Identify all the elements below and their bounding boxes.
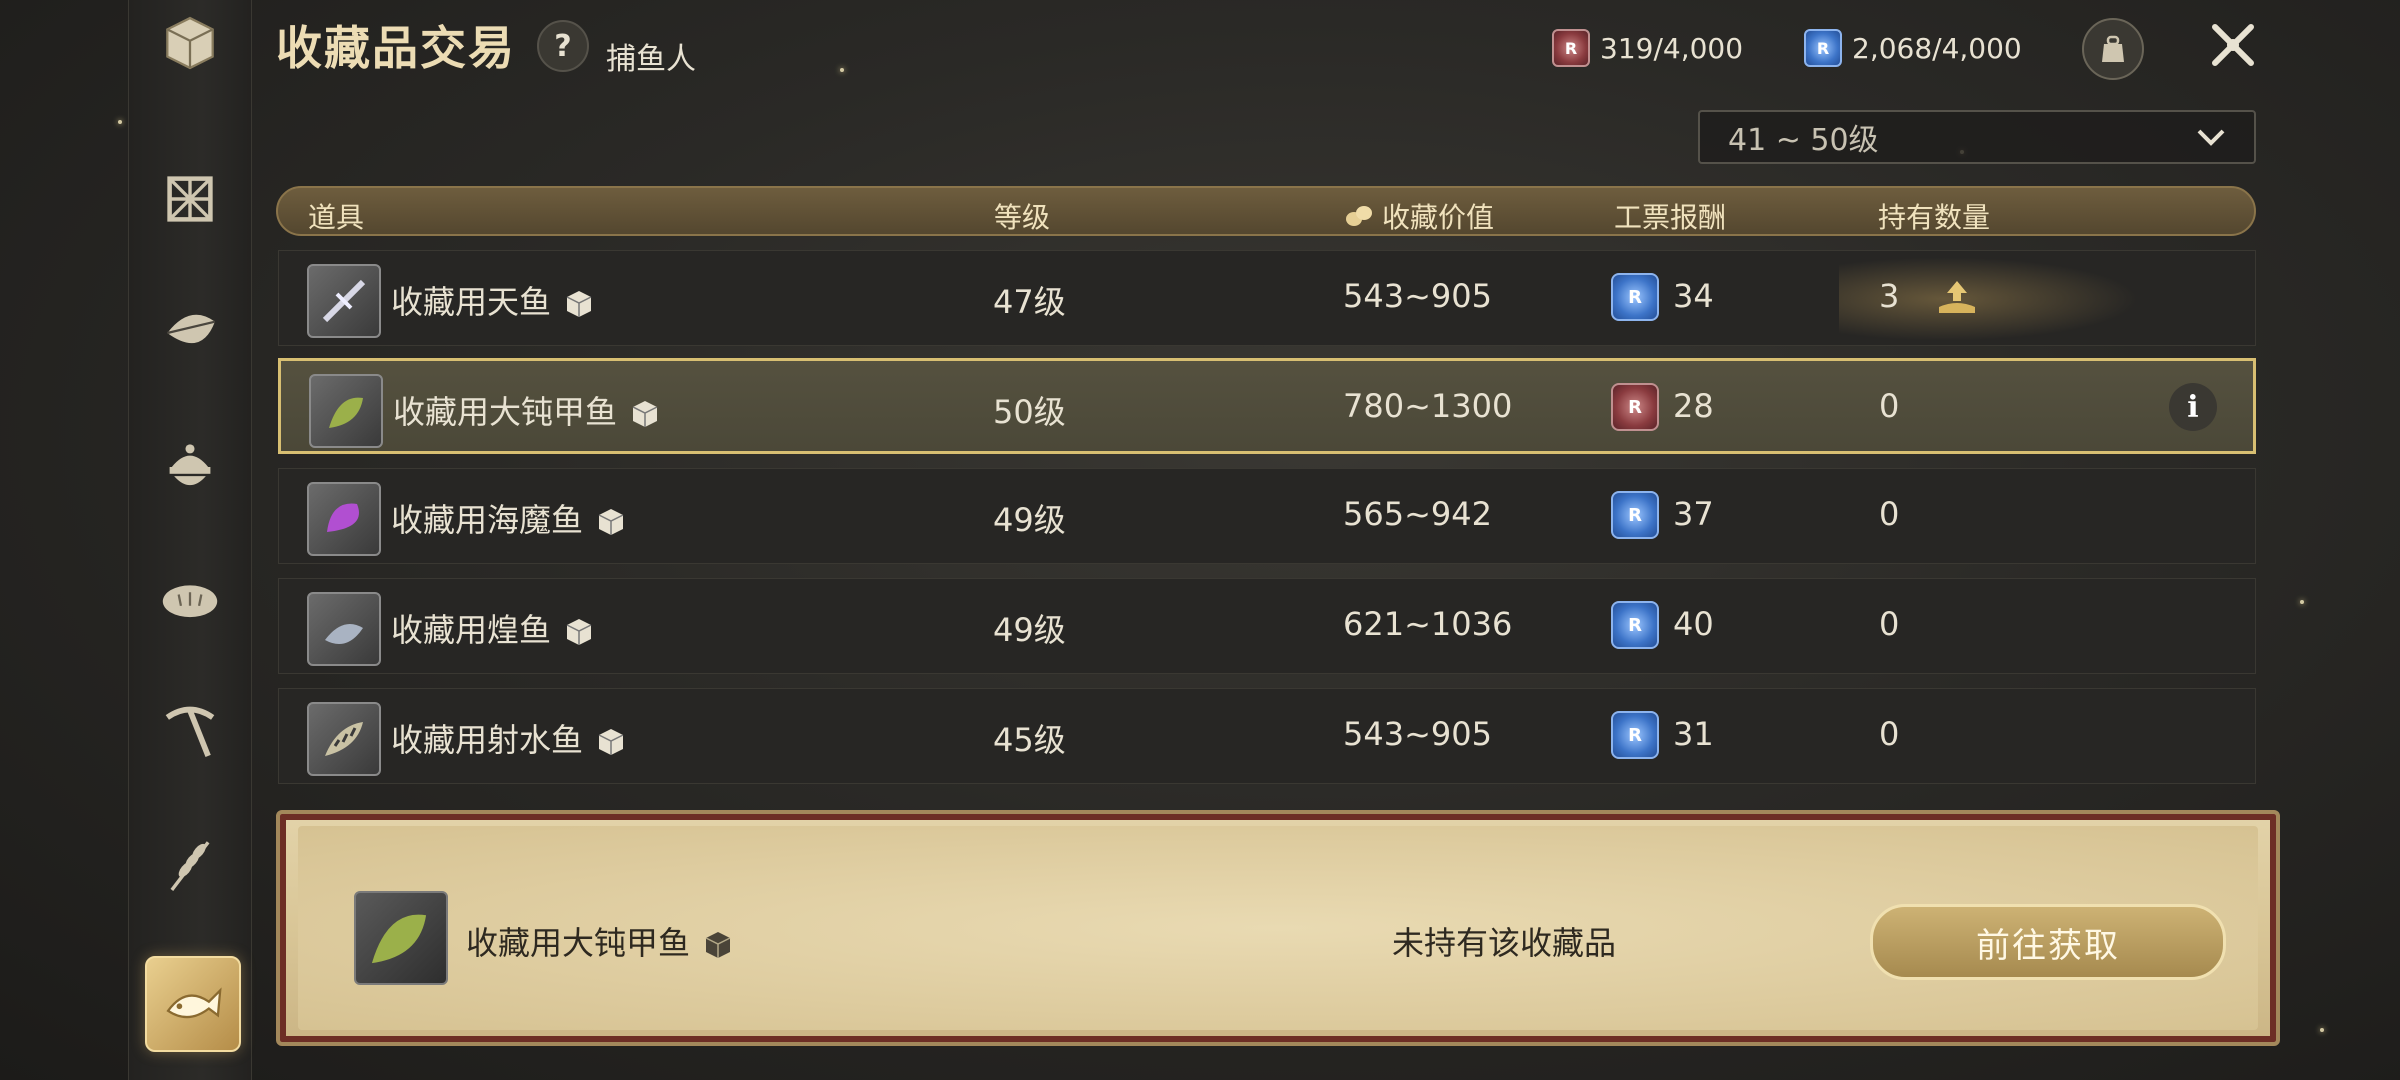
- item-icon-sea-devil: [307, 482, 381, 556]
- item-owned: 0: [1879, 387, 1900, 425]
- detail-status: 未持有该收藏品: [1392, 924, 1617, 962]
- currency-red: R 319/4,000: [1552, 27, 1743, 69]
- table-row[interactable]: 收藏用煌鱼 49级 621~1036 R 40 0: [278, 578, 2256, 674]
- sparkle: [118, 120, 122, 124]
- category-sidebar: [128, 0, 252, 1080]
- blue-scrip-icon: R: [1611, 711, 1659, 759]
- sidebar-item-weaver[interactable]: [151, 160, 229, 238]
- cube-icon: [705, 932, 731, 958]
- sidebar-item-miner[interactable]: [151, 692, 229, 770]
- item-owned: 0: [1879, 715, 1900, 753]
- item-icon-skyfish: [307, 264, 381, 338]
- level-range-value: 41 ~ 50级: [1728, 123, 1879, 158]
- pot-icon: [169, 444, 211, 486]
- close-icon: [2212, 24, 2254, 66]
- item-level: 50级: [993, 393, 1066, 431]
- item-reward: 28: [1673, 387, 1714, 425]
- hand-in-icon[interactable]: [1935, 277, 1979, 317]
- sidebar-item-fisher[interactable]: [145, 956, 241, 1052]
- item-icon-blowfish: [307, 592, 381, 666]
- page-title: 收藏品交易: [276, 21, 516, 75]
- currency-blue-value: 2,068/4,000: [1852, 31, 2022, 65]
- bread-icon: [162, 585, 218, 618]
- item-name: 收藏用射水鱼: [391, 715, 627, 761]
- item-name: 收藏用大钝甲鱼: [393, 387, 661, 433]
- detail-item-icon: [354, 891, 448, 985]
- detail-panel: 收藏用大钝甲鱼 未持有该收藏品 前往获取: [276, 810, 2280, 1046]
- red-scrip-icon: R: [1552, 29, 1590, 67]
- column-item: 道具: [308, 201, 365, 234]
- column-value-label: 收藏价值: [1382, 201, 1495, 234]
- table-header: 道具 等级 收藏价值 工票报酬 持有数量: [276, 186, 2256, 236]
- item-reward: 37: [1673, 495, 1714, 533]
- column-value: 收藏价值: [1344, 196, 1494, 236]
- bag-icon: [2102, 35, 2124, 62]
- sidebar-item-baker[interactable]: [151, 560, 229, 638]
- blue-scrip-icon: R: [1804, 29, 1842, 67]
- item-value: 621~1036: [1343, 605, 1513, 643]
- cube-icon: [632, 401, 658, 427]
- cube-icon: [598, 729, 624, 755]
- item-reward: 31: [1673, 715, 1714, 753]
- sidebar-item-botanist[interactable]: [151, 826, 229, 904]
- item-value: 543~905: [1343, 715, 1492, 753]
- job-name: 捕鱼人: [606, 42, 696, 77]
- coins-icon: [1346, 206, 1372, 226]
- help-button[interactable]: ?: [537, 20, 589, 72]
- column-reward: 工票报酬: [1614, 201, 1727, 234]
- sidebar-item-collectables[interactable]: [151, 4, 229, 82]
- wheat-icon: [170, 841, 210, 891]
- sparkle: [840, 68, 844, 72]
- cube-icon: [566, 291, 592, 317]
- column-level: 等级: [994, 201, 1051, 234]
- blue-scrip-icon: R: [1611, 273, 1659, 321]
- fish-icon: [166, 987, 222, 1019]
- item-owned: 0: [1879, 605, 1900, 643]
- item-owned: 3: [1879, 277, 1900, 315]
- item-name: 收藏用煌鱼: [391, 605, 595, 651]
- inventory-bag-button[interactable]: [2082, 18, 2144, 80]
- item-level: 49级: [993, 501, 1066, 539]
- item-level: 49级: [993, 611, 1066, 649]
- leaf-hide-icon: [167, 314, 216, 344]
- cube-icon: [598, 509, 624, 535]
- table-row[interactable]: 收藏用射水鱼 45级 543~905 R 31 0: [278, 688, 2256, 784]
- close-button[interactable]: [2204, 16, 2262, 74]
- item-name: 收藏用天鱼: [391, 277, 595, 323]
- info-button[interactable]: i: [2169, 383, 2217, 431]
- item-value: 565~942: [1343, 495, 1492, 533]
- blue-scrip-icon: R: [1611, 601, 1659, 649]
- level-range-select[interactable]: 41 ~ 50级: [1698, 110, 2256, 164]
- item-reward: 34: [1673, 277, 1714, 315]
- currency-blue: R 2,068/4,000: [1804, 27, 2022, 69]
- item-level: 47级: [993, 283, 1066, 321]
- table-row[interactable]: 收藏用大钝甲鱼 50级 780~1300 R 28 0 i: [278, 358, 2256, 454]
- item-reward: 40: [1673, 605, 1714, 643]
- goto-obtain-button[interactable]: 前往获取: [1870, 904, 2226, 980]
- table-row[interactable]: 收藏用海魔鱼 49级 565~942 R 37 0: [278, 468, 2256, 564]
- item-owned: 0: [1879, 495, 1900, 533]
- item-name: 收藏用海魔鱼: [391, 495, 627, 541]
- currency-red-value: 319/4,000: [1600, 31, 1744, 65]
- table-row[interactable]: 收藏用天鱼 47级 543~905 R 34 3: [278, 250, 2256, 346]
- chevron-down-icon: [2197, 129, 2225, 146]
- sidebar-item-culinarian[interactable]: [151, 428, 229, 506]
- item-value: 543~905: [1343, 277, 1492, 315]
- sparkle: [2300, 600, 2304, 604]
- cube-box-icon: [166, 16, 214, 70]
- detail-item-name: 收藏用大钝甲鱼: [466, 918, 734, 964]
- loom-icon: [167, 176, 213, 222]
- sparkle: [2320, 1028, 2324, 1032]
- detail-panel-inner: 收藏用大钝甲鱼 未持有该收藏品 前往获取: [298, 826, 2258, 1030]
- cube-icon: [566, 619, 592, 645]
- item-icon-archerfish: [307, 702, 381, 776]
- column-owned: 持有数量: [1878, 201, 1991, 234]
- item-icon-warmouth: [309, 374, 383, 448]
- item-level: 45级: [993, 721, 1066, 759]
- item-value: 780~1300: [1343, 387, 1513, 425]
- blue-scrip-icon: R: [1611, 491, 1659, 539]
- red-scrip-icon: R: [1611, 383, 1659, 431]
- sidebar-item-leatherworker[interactable]: [151, 294, 229, 372]
- pickaxe-icon: [165, 706, 215, 757]
